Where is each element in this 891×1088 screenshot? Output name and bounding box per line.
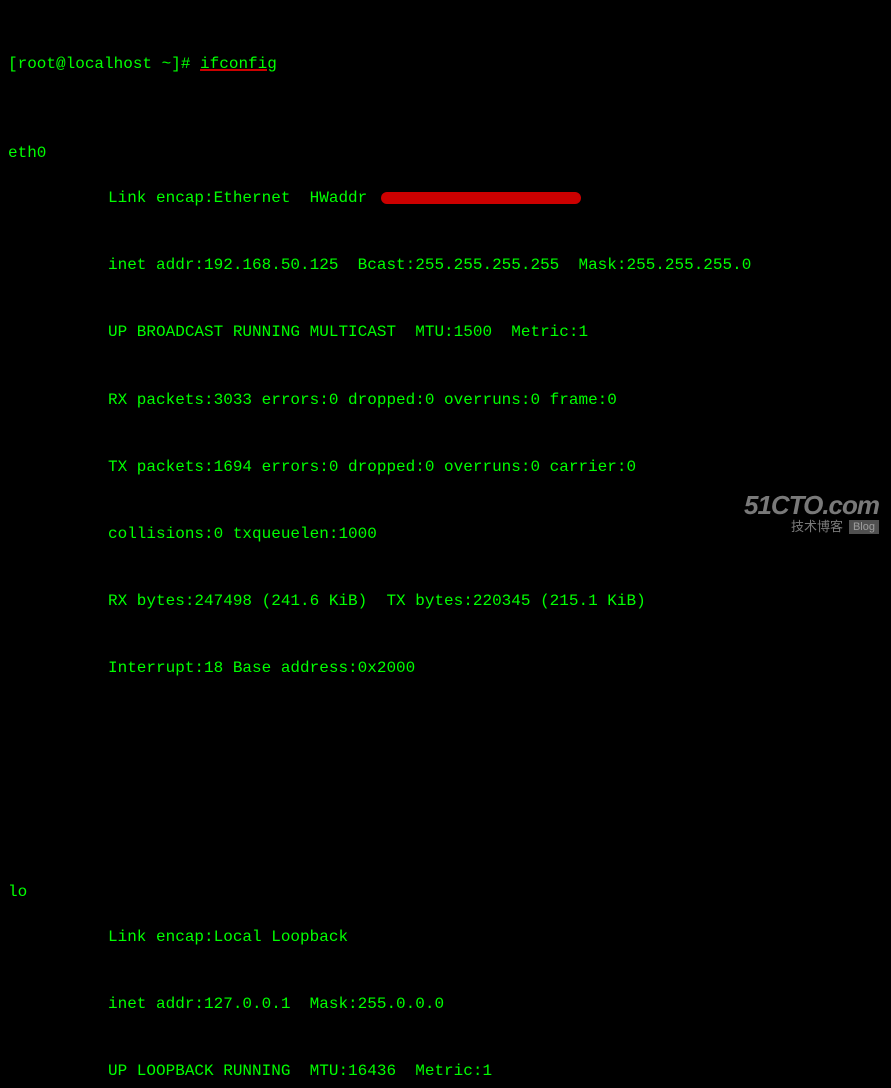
lo-inet-line: inet addr:127.0.0.1 Mask:255.0.0.0 [108,993,883,1015]
lo-link-line: Link encap:Local Loopback [108,926,883,948]
interface-lo: lo Link encap:Local Loopback inet addr:1… [8,881,883,1088]
lo-flags-line: UP LOOPBACK RUNNING MTU:16436 Metric:1 [108,1060,883,1082]
watermark-blog-badge: Blog [849,520,879,534]
interface-eth0: eth0 Link encap:Ethernet HWaddr inet add… [8,142,883,724]
eth0-link-line: Link encap:Ethernet HWaddr [108,187,883,209]
command-text: ifconfig [200,53,277,75]
prompt-line-1: [root@localhost ~]# ifconfig [8,53,883,75]
terminal-output[interactable]: [root@localhost ~]# ifconfig eth0 Link e… [8,8,883,1088]
iface-name-eth0: eth0 [8,142,108,724]
watermark: 51CTO.com 技术博客 Blog [744,491,879,534]
eth0-rx-packets: RX packets:3033 errors:0 dropped:0 overr… [108,389,883,411]
eth0-bytes: RX bytes:247498 (241.6 KiB) TX bytes:220… [108,590,883,612]
shell-prompt: [root@localhost ~]# [8,53,200,75]
eth0-interrupt: Interrupt:18 Base address:0x2000 [108,657,883,679]
watermark-sub: 技术博客 Blog [744,520,879,534]
eth0-flags-line: UP BROADCAST RUNNING MULTICAST MTU:1500 … [108,321,883,343]
blank-line [8,792,883,814]
eth0-link-text: Link encap:Ethernet HWaddr [108,189,377,207]
eth0-inet-line: inet addr:192.168.50.125 Bcast:255.255.2… [108,254,883,276]
iface-body-lo: Link encap:Local Loopback inet addr:127.… [108,881,883,1088]
watermark-main: 51CTO.com [744,491,879,520]
eth0-tx-packets: TX packets:1694 errors:0 dropped:0 overr… [108,456,883,478]
iface-body-eth0: Link encap:Ethernet HWaddr inet addr:192… [108,142,883,724]
iface-name-lo: lo [8,881,108,1088]
watermark-sub-text: 技术博客 [791,520,843,534]
redaction-hwaddr [381,192,581,204]
